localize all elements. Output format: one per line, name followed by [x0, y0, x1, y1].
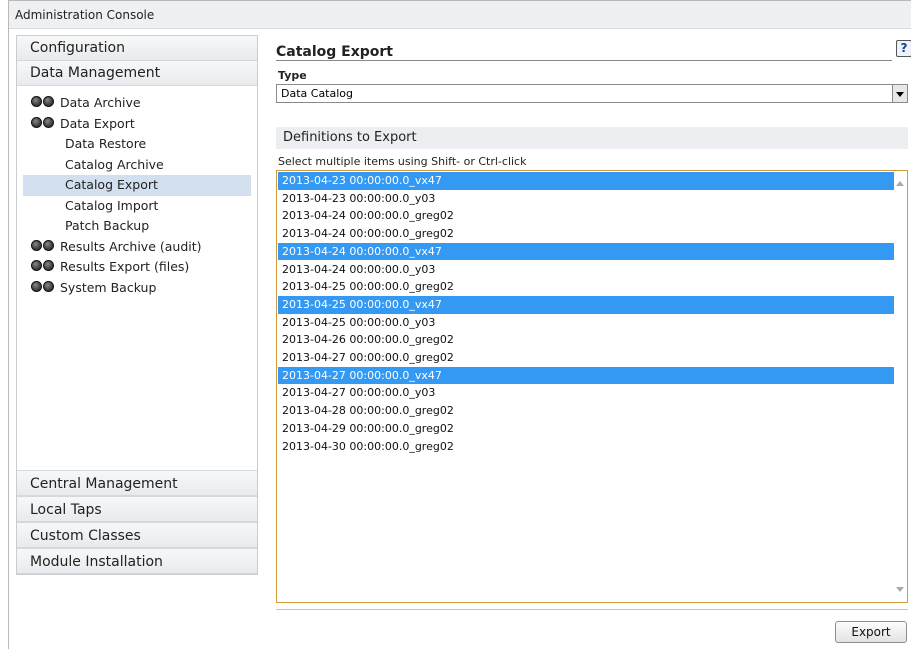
- sidebar-item-label: Data Export: [60, 115, 135, 131]
- list-item[interactable]: 2013-04-25 00:00:00.0_vx47: [278, 295, 894, 314]
- two-circles-icon: [30, 116, 60, 129]
- page-title-text: Catalog Export: [276, 44, 396, 60]
- title-divider: [276, 60, 892, 61]
- sidebar-item[interactable]: System Backup: [17, 278, 257, 299]
- scroll-up-icon[interactable]: [896, 181, 904, 186]
- scroll-down-icon[interactable]: [896, 587, 904, 592]
- list-item[interactable]: 2013-04-24 00:00:00.0_greg02: [278, 225, 894, 243]
- two-circles-icon: [30, 280, 60, 293]
- list-item[interactable]: 2013-04-23 00:00:00.0_vx47: [278, 172, 894, 190]
- list-item[interactable]: 2013-04-30 00:00:00.0_greg02: [278, 438, 894, 456]
- sidebar-item[interactable]: Results Archive (audit): [17, 237, 257, 258]
- sidebar-item-label: System Backup: [60, 279, 157, 295]
- list-item[interactable]: 2013-04-24 00:00:00.0_y03: [278, 261, 894, 279]
- accordion-configuration[interactable]: Configuration: [17, 36, 257, 61]
- two-circles-icon: [30, 96, 60, 108]
- list-item[interactable]: 2013-04-24 00:00:00.0_greg02: [278, 207, 894, 225]
- type-select-value: Data Catalog: [281, 87, 354, 100]
- sidebar-item[interactable]: Data Archive: [17, 93, 257, 114]
- page-title: Catalog Export: [276, 44, 906, 64]
- chevron-down-icon[interactable]: [892, 85, 907, 102]
- sidebar-item-label: Catalog Export: [65, 177, 158, 192]
- accordion-custom-classes[interactable]: Custom Classes: [17, 522, 257, 548]
- type-select[interactable]: Data Catalog: [276, 84, 908, 103]
- definitions-listbox[interactable]: 2013-04-23 00:00:00.0_vx47 2013-04-23 00:…: [276, 170, 908, 603]
- list-item[interactable]: 2013-04-27 00:00:00.0_y03: [278, 384, 894, 402]
- export-button[interactable]: Export: [835, 621, 907, 643]
- window-title: Administration Console: [9, 1, 911, 29]
- accordion-central-management[interactable]: Central Management: [17, 470, 257, 496]
- list-item[interactable]: 2013-04-25 00:00:00.0_y03: [278, 314, 894, 332]
- two-circles-icon: [30, 239, 60, 252]
- bottom-accordions: Central Management Local Taps Custom Cla…: [17, 470, 257, 574]
- sidebar-item-label: Data Restore: [65, 136, 147, 151]
- definitions-header: Definitions to Export: [276, 127, 908, 149]
- list-item[interactable]: 2013-04-23 00:00:00.0_y03: [278, 190, 894, 208]
- sidebar-item[interactable]: Catalog Archive: [17, 155, 257, 176]
- sidebar-item-label: Catalog Import: [65, 197, 159, 213]
- sidebar-item-label: Results Archive (audit): [60, 238, 202, 254]
- sidebar-item[interactable]: Catalog Import: [17, 196, 257, 217]
- accordion-module-installation[interactable]: Module Installation: [17, 548, 257, 574]
- help-icon[interactable]: ?: [896, 40, 911, 57]
- sidebar-item[interactable]: Catalog Export: [23, 175, 251, 196]
- accordion-data-management[interactable]: Data Management: [17, 61, 257, 86]
- sidebar-item-label: Catalog Archive: [65, 156, 164, 172]
- listbox-scrollbar[interactable]: [893, 171, 907, 602]
- sidebar-item[interactable]: Data Export: [17, 114, 257, 135]
- sidebar-item[interactable]: Results Export (files): [17, 257, 257, 278]
- footer-divider: [276, 609, 908, 610]
- list-item[interactable]: 2013-04-25 00:00:00.0_greg02: [278, 278, 894, 296]
- list-item[interactable]: 2013-04-24 00:00:00.0_vx47: [278, 242, 894, 261]
- sidebar-item-label: Patch Backup: [65, 218, 150, 233]
- selection-hint: Select multiple items using Shift- or Ct…: [278, 155, 527, 168]
- data-management-nav: Data Archive Data Export Data Restore Catal…: [17, 93, 257, 298]
- list-item[interactable]: 2013-04-26 00:00:00.0_greg02: [278, 331, 894, 349]
- accordion-local-taps[interactable]: Local Taps: [17, 496, 257, 522]
- list-item[interactable]: 2013-04-27 00:00:00.0_greg02: [278, 349, 894, 367]
- two-circles-icon: [30, 260, 60, 272]
- sidebar-item[interactable]: Patch Backup: [17, 216, 257, 237]
- list-item[interactable]: 2013-04-29 00:00:00.0_greg02: [278, 420, 894, 438]
- sidebar-item-label: Data Archive: [60, 95, 141, 110]
- sidebar-item-label: Results Export (files): [60, 259, 190, 274]
- list-item[interactable]: 2013-04-27 00:00:00.0_vx47: [278, 366, 894, 385]
- type-label: Type: [278, 69, 307, 82]
- sidebar: Configuration Data Management Data Archi…: [16, 35, 258, 575]
- sidebar-item[interactable]: Data Restore: [17, 134, 257, 155]
- list-item[interactable]: 2013-04-28 00:00:00.0_greg02: [278, 402, 894, 420]
